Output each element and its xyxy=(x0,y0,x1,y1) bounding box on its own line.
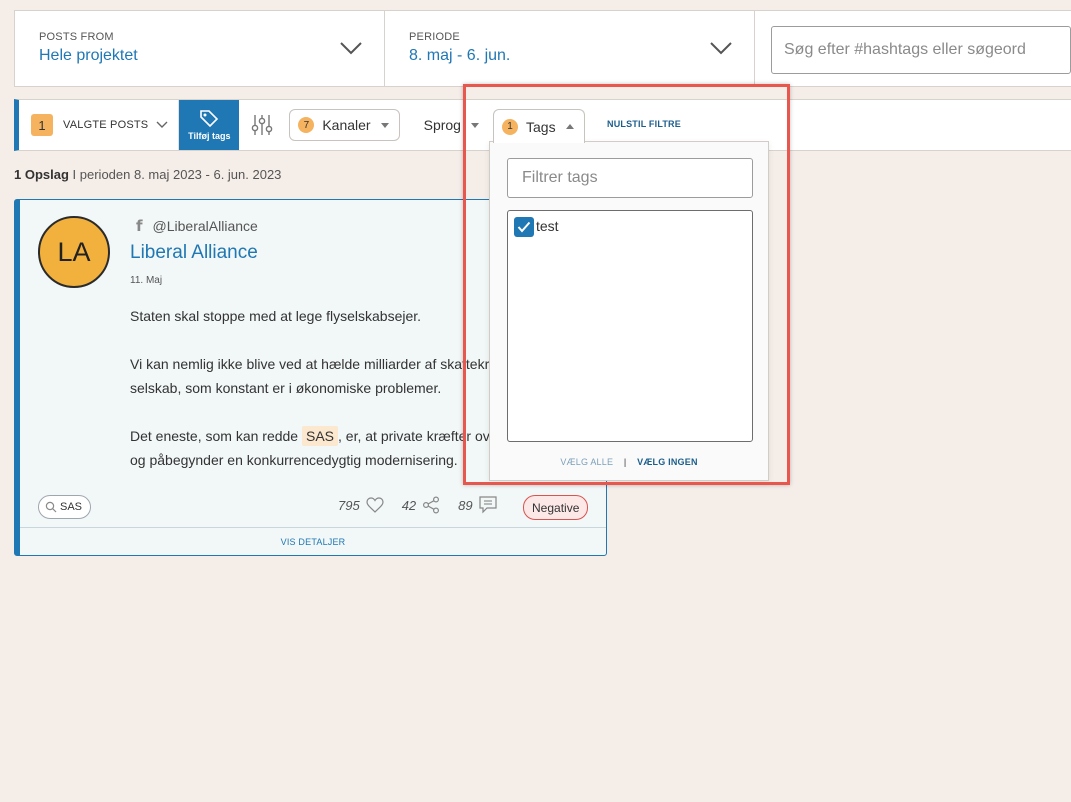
tags-label: Tags xyxy=(526,118,556,135)
posts-from-dropdown[interactable]: POSTS FROM Hele projektet xyxy=(15,11,385,86)
post-body: Staten skal stoppe med at lege flyselska… xyxy=(130,304,500,496)
comments-stat: 89 xyxy=(458,496,497,514)
select-none-link[interactable]: VÆLG INGEN xyxy=(637,457,698,467)
selected-posts-label: VALGTE POSTS xyxy=(63,119,149,131)
post-paragraph: Staten skal stoppe med at lege flyselska… xyxy=(130,308,422,324)
post-line: selskab, som konstant er i økonomiske pr… xyxy=(130,380,442,396)
post-handle[interactable]: @LiberalAlliance xyxy=(153,218,258,234)
period-value: 8. maj - 6. jun. xyxy=(409,47,511,64)
chevron-down-icon xyxy=(156,121,168,128)
caret-down-icon xyxy=(380,122,389,128)
language-label: Sprog xyxy=(423,117,461,133)
post-date: 11. Maj xyxy=(130,275,163,286)
tag-item-label: test xyxy=(536,218,559,234)
posts-from-label: POSTS FROM xyxy=(39,31,114,43)
language-filter[interactable]: Sprog xyxy=(424,117,479,133)
comments-count: 89 xyxy=(458,497,473,513)
share-icon xyxy=(423,496,440,514)
chevron-down-icon xyxy=(340,42,362,55)
view-details-button[interactable]: VIS DETALJER xyxy=(20,527,606,555)
post-line: , er, at private kræfter ove xyxy=(338,428,498,444)
period-label: PERIODE xyxy=(409,31,460,43)
filter-tags-input[interactable]: Filtrer tags xyxy=(507,158,753,198)
tags-count-badge: 1 xyxy=(502,118,518,135)
add-tags-button[interactable]: Tilføj tags xyxy=(179,100,240,150)
post-line: Det eneste, som kan redde xyxy=(130,428,302,444)
sliders-icon[interactable] xyxy=(251,113,273,137)
tags-filter[interactable]: 1 Tags xyxy=(493,109,585,143)
shares-count: 42 xyxy=(401,497,417,513)
heart-icon xyxy=(366,497,384,513)
tags-dropdown: Filtrer tags test VÆLG ALLE | VÆLG INGEN xyxy=(489,141,769,481)
results-count: 1 Opslag xyxy=(14,167,69,182)
post-paragraph: Vi kan nemlig ikke blive ved at hælde mi… xyxy=(130,352,500,400)
footer-separator: | xyxy=(623,457,627,467)
posts-from-value: Hele projektet xyxy=(39,47,138,64)
facebook-icon: f xyxy=(136,217,143,235)
top-filter-bar: POSTS FROM Hele projektet PERIODE 8. maj… xyxy=(14,10,1071,87)
tag-icon xyxy=(200,110,219,127)
comment-icon xyxy=(479,496,497,514)
shares-stat: 42 xyxy=(402,496,440,514)
channels-filter[interactable]: 7 Kanaler xyxy=(289,109,400,141)
checkbox-checked[interactable] xyxy=(514,217,534,237)
post-stats: 795 42 89 xyxy=(338,496,515,514)
selected-posts-dropdown[interactable]: 1 VALGTE POSTS xyxy=(19,100,180,150)
select-all-link[interactable]: VÆLG ALLE xyxy=(560,457,613,467)
keyword-chip[interactable]: SAS xyxy=(38,495,92,519)
sentiment-badge[interactable]: Negative xyxy=(523,495,589,520)
channels-count-badge: 7 xyxy=(298,117,315,133)
selected-count-badge: 1 xyxy=(31,114,53,136)
post-line: Vi kan nemlig ikke blive ved at hælde mi… xyxy=(130,356,490,372)
avatar[interactable]: LA xyxy=(38,216,110,288)
search-area: Søg efter #hashtags eller søgeord xyxy=(755,11,1071,86)
search-input[interactable]: Søg efter #hashtags eller søgeord xyxy=(771,26,1071,74)
channels-label: Kanaler xyxy=(322,117,371,133)
caret-up-icon xyxy=(565,124,574,129)
keyword-highlight: SAS xyxy=(302,426,339,446)
likes-count: 795 xyxy=(338,497,360,513)
dropdown-footer: VÆLG ALLE | VÆLG INGEN xyxy=(490,457,768,467)
check-icon xyxy=(517,221,531,233)
post-paragraph: Det eneste, som kan redde SAS, er, at pr… xyxy=(130,424,500,472)
keyword-chip-label: SAS xyxy=(60,501,83,513)
period-dropdown[interactable]: PERIODE 8. maj - 6. jun. xyxy=(385,11,755,86)
post-line: og påbegynder en konkurrencedygtig moder… xyxy=(130,452,458,468)
chevron-down-icon xyxy=(710,42,732,55)
post-source: f @LiberalAlliance xyxy=(136,217,258,235)
caret-down-icon xyxy=(470,122,479,128)
likes-stat: 795 xyxy=(338,497,384,513)
results-summary: 1 Opslag I perioden 8. maj 2023 - 6. jun… xyxy=(14,167,281,182)
post-author[interactable]: Liberal Alliance xyxy=(130,242,258,264)
results-period: I perioden 8. maj 2023 - 6. jun. 2023 xyxy=(72,167,282,182)
tag-list[interactable]: test xyxy=(507,210,753,442)
list-item[interactable]: test xyxy=(514,215,746,237)
add-tags-label: Tilføj tags xyxy=(188,131,231,141)
reset-filters-link[interactable]: NULSTIL FILTRE xyxy=(607,119,681,129)
search-icon xyxy=(45,501,57,513)
